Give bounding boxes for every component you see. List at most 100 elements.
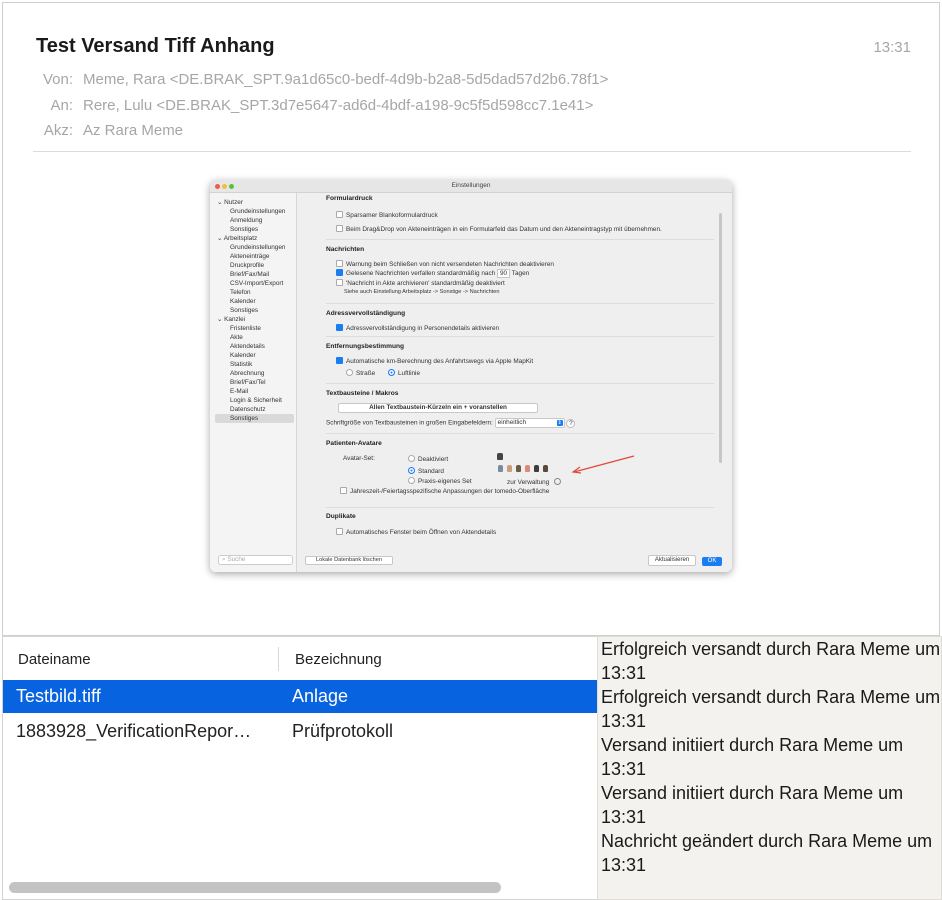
person-icon xyxy=(497,453,503,460)
option-entfernung-1: Automatische km-Berechnung des Anfahrtsw… xyxy=(336,357,533,365)
log-entry: Erfolgreich versandt durch Rara Meme um … xyxy=(601,639,941,683)
settings-pane: Formulardruck Sparsamer Blankoformulardr… xyxy=(298,193,724,572)
sidebar-search: ⌕ Suche xyxy=(218,555,293,565)
font-size-value: einheitlich xyxy=(497,419,527,426)
minimize-dot-icon xyxy=(222,183,227,189)
sidebar-item: Akte xyxy=(230,334,243,341)
option-text: Gelesene Nachrichten verfallen standardm… xyxy=(346,270,496,277)
sidebar-item: Sonstiges xyxy=(215,414,294,423)
message-time: 13:31 xyxy=(873,39,911,56)
option-text: Warnung beim Schließen von nicht versend… xyxy=(346,261,554,268)
log-entry: Versand initiiert durch Rara Meme um 13:… xyxy=(601,783,904,827)
table-row[interactable]: Testbild.tiff Anlage xyxy=(3,680,597,713)
option-text: 'Nachricht in Akte archivieren' standard… xyxy=(346,280,505,287)
sidebar-item: Brief/Fax/Tel xyxy=(230,379,266,386)
option-text: Adressvervollständigung in Personendetai… xyxy=(346,325,500,332)
checkbox-checked-icon xyxy=(336,357,343,364)
checkbox-icon xyxy=(336,279,343,286)
option-strasse: Straße xyxy=(346,369,375,377)
section-entfernung: Entfernungsbestimmung xyxy=(326,343,405,350)
checkbox-icon xyxy=(336,211,343,218)
sidebar-item: Fristenliste xyxy=(230,325,261,332)
option-luftlinie: Luftlinie xyxy=(388,369,420,377)
annotation-arrow-icon xyxy=(571,455,635,474)
option-text: zur Verwaltung xyxy=(507,479,550,486)
avatar-icon xyxy=(507,465,512,472)
to-value[interactable]: Rere, Lulu <DE.BRAK_SPT.3d7e5647-ad6d-4b… xyxy=(83,97,593,114)
to-row: An: Rere, Lulu <DE.BRAK_SPT.3d7e5647-ad6d… xyxy=(3,97,593,114)
sidebar-item: Kalender xyxy=(230,298,256,305)
radio-icon xyxy=(346,369,353,376)
settings-titlebar: Einstellungen xyxy=(210,180,732,193)
option-font-size: Schriftgröße von Textbausteinen in große… xyxy=(326,418,576,428)
settings-sidebar: ⌄ Nutzer Grundeinstellungen Anmeldung Sonst… xyxy=(210,193,297,572)
option-text: Straße xyxy=(356,370,376,377)
sidebar-item: CSV-Import/Export xyxy=(230,280,284,287)
avatar-icon xyxy=(534,465,539,472)
option-nachrichten-3: 'Nachricht in Akte archivieren' standard… xyxy=(336,279,505,287)
avatar-icon xyxy=(543,465,548,472)
sidebar-group: ⌄ Arbeitsplatz xyxy=(217,235,258,242)
checkbox-checked-icon xyxy=(336,324,343,331)
option-avatar-standard: Standard xyxy=(408,467,444,475)
attachment-image[interactable]: Einstellungen ⌄ Nutzer Grundeinstellungen… xyxy=(210,180,732,572)
option-text: Automatische km-Berechnung des Anfahrtsw… xyxy=(346,358,534,365)
radio-icon xyxy=(408,455,415,462)
sidebar-group: ⌄ Kanzlei xyxy=(217,316,246,323)
checkbox-icon xyxy=(340,487,347,494)
option-nachrichten-2: Gelesene Nachrichten verfallen standardm… xyxy=(336,269,529,278)
checkbox-icon xyxy=(336,260,343,267)
option-text: Praxis-eigenes Set xyxy=(418,478,472,485)
sidebar-group: ⌄ Nutzer xyxy=(217,199,243,206)
avatar-verwaltung: zur Verwaltung xyxy=(507,478,562,486)
option-duplikate-1: Automatisches Fenster beim Öffnen von Ak… xyxy=(336,528,496,536)
table-row[interactable]: 1883928_VerificationRepor… Prüfprotokoll xyxy=(3,715,597,748)
section-divider xyxy=(326,507,714,508)
from-row: Von: Meme, Rara <DE.BRAK_SPT.9a1d65c0-bed… xyxy=(3,71,608,88)
settings-scrollbar xyxy=(719,213,722,463)
avatar-silhouette-icon xyxy=(497,453,507,462)
sidebar-item: Telefon xyxy=(230,289,251,296)
search-placeholder: Suche xyxy=(227,556,246,563)
status-log: Erfolgreich versandt durch Rara Meme um … xyxy=(597,636,942,900)
column-header-description[interactable]: Bezeichnung xyxy=(295,651,382,668)
horizontal-scrollbar[interactable] xyxy=(9,882,501,893)
log-entry: Erfolgreich versandt durch Rara Meme um … xyxy=(601,687,941,731)
sidebar-item: Sonstiges xyxy=(230,226,259,233)
section-avatare: Patienten-Avatare xyxy=(326,440,382,447)
from-value[interactable]: Meme, Rara <DE.BRAK_SPT.9a1d65c0-bedf-4d… xyxy=(83,71,608,88)
to-label: An: xyxy=(50,97,73,114)
option-nachrichten-hint: Siehe auch Einstellung Arbeitsplatz -> S… xyxy=(344,289,500,295)
option-text: Deaktiviert xyxy=(418,456,449,463)
option-text: Luftlinie xyxy=(398,370,421,377)
sidebar-item: Akteneinträge xyxy=(230,253,270,260)
sidebar-item: Login & Sicherheit xyxy=(230,397,282,404)
section-duplikate: Duplikate xyxy=(326,513,356,520)
sidebar-item: E-Mail xyxy=(230,388,249,395)
section-nachrichten: Nachrichten xyxy=(326,246,365,253)
attachments-table: Dateiname Bezeichnung Testbild.tiff Anla… xyxy=(2,636,598,900)
font-size-select: einheitlich ⇕ xyxy=(494,418,565,428)
textbaustein-button: Allen Textbaustein-Kürzeln ein + voranst… xyxy=(338,403,538,413)
column-divider[interactable] xyxy=(278,647,279,671)
checkbox-checked-icon xyxy=(336,269,343,276)
reference-label: Akz: xyxy=(43,122,73,139)
file-name: 1883928_VerificationRepor… xyxy=(16,721,252,741)
sidebar-item: Grundeinstellungen xyxy=(230,244,286,251)
radio-selected-icon xyxy=(408,467,415,474)
option-jahreszeit: Jahreszeit-/Feiertagsspezifische Anpassu… xyxy=(340,487,549,495)
arrow-circle-icon xyxy=(554,478,562,485)
avatar-set-icons xyxy=(498,465,552,474)
section-divider xyxy=(326,336,714,337)
settings-sidebar-list: ⌄ Nutzer Grundeinstellungen Anmeldung Sonst… xyxy=(215,198,294,423)
reference-row: Akz: Az Rara Meme xyxy=(3,122,183,139)
option-avatar-praxis: Praxis-eigenes Set xyxy=(408,477,472,485)
file-description: Prüfprotokoll xyxy=(292,721,394,741)
log-entry: Nachricht geändert durch Rara Meme um 13… xyxy=(601,831,933,875)
option-text: Sparsamer Blankoformulardruck xyxy=(346,212,438,219)
sidebar-item: Druckprofile xyxy=(230,262,265,269)
close-dot-icon xyxy=(215,183,220,189)
column-header-filename[interactable]: Dateiname xyxy=(18,651,91,668)
sidebar-item: Aktendetails xyxy=(230,343,265,350)
sidebar-item: Grundeinstellungen xyxy=(230,208,286,215)
